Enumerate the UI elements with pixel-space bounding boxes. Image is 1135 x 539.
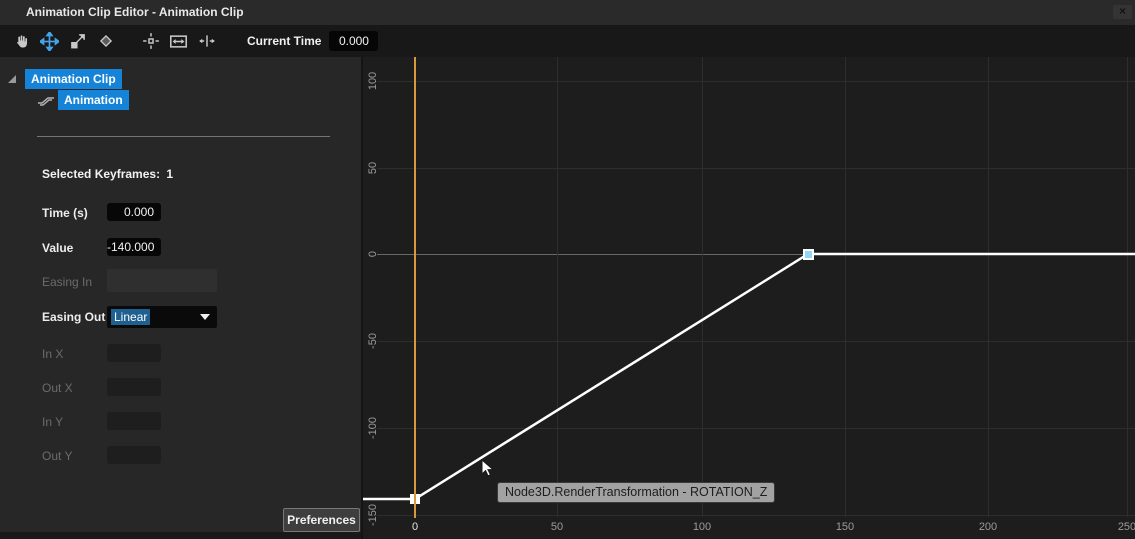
hand-icon xyxy=(13,33,30,50)
move-icon xyxy=(40,32,59,51)
close-icon: × xyxy=(1119,4,1126,18)
value-input[interactable]: -140.000 xyxy=(107,238,161,256)
move-tool-button[interactable] xyxy=(40,32,59,51)
animation-clip-editor-window: Animation Clip Editor - Animation Clip ×… xyxy=(0,0,1135,539)
close-button[interactable]: × xyxy=(1113,5,1132,19)
playhead-time-cursor[interactable] xyxy=(414,57,416,518)
x-tick-50: 50 xyxy=(537,521,577,533)
in-y-input xyxy=(107,412,161,430)
easing-out-selected-value: Linear xyxy=(111,309,150,325)
spread-horizontal-button[interactable] xyxy=(197,32,216,51)
window-title: Animation Clip Editor - Animation Clip xyxy=(26,0,244,25)
scale-icon xyxy=(69,32,87,50)
in-y-label: In Y xyxy=(42,413,63,431)
panel-bottom-strip xyxy=(0,532,361,539)
keyframe-tool-button[interactable] xyxy=(96,32,115,51)
selected-keyframes-count: 1 xyxy=(166,167,173,181)
value-label: Value xyxy=(42,239,73,257)
property-tooltip: Node3D.RenderTransformation - ROTATION_Z xyxy=(497,482,775,503)
out-y-label: Out Y xyxy=(42,447,72,465)
y-tick-50: 50 xyxy=(363,142,383,194)
easing-in-input xyxy=(107,269,217,292)
fit-width-button[interactable] xyxy=(169,32,188,51)
y-tick--150: -150 xyxy=(363,489,383,539)
out-x-input xyxy=(107,378,161,396)
properties-panel: Animation Clip Animation Selected Keyfra… xyxy=(0,57,361,539)
easing-in-label: Easing In xyxy=(42,273,92,291)
preferences-button[interactable]: Preferences xyxy=(283,508,360,532)
pan-tool-button[interactable] xyxy=(12,32,31,51)
in-x-label: In X xyxy=(42,345,63,363)
y-tick-100: 100 xyxy=(363,57,383,107)
x-tick-250: 250 xyxy=(1107,521,1135,533)
x-tick-0: 0 xyxy=(395,521,435,533)
x-tick-100: 100 xyxy=(682,521,722,533)
crosshair-icon xyxy=(142,32,160,50)
curve-editor-canvas[interactable]: 100 50 0 -50 -100 -150 0 50 100 150 200 … xyxy=(363,57,1135,539)
focus-origin-button[interactable] xyxy=(141,32,160,51)
out-y-input xyxy=(107,446,161,464)
tree-item-animation[interactable]: Animation xyxy=(58,90,129,110)
out-x-label: Out X xyxy=(42,379,73,397)
title-bar: Animation Clip Editor - Animation Clip × xyxy=(0,0,1135,25)
tree-item-animation-clip[interactable]: Animation Clip xyxy=(25,69,122,89)
time-label: Time (s) xyxy=(42,204,88,222)
x-tick-150: 150 xyxy=(825,521,865,533)
y-tick--50: -50 xyxy=(363,315,383,367)
animation-curve-icon xyxy=(37,93,56,114)
keyframe-point[interactable] xyxy=(803,249,814,260)
easing-out-label: Easing Out xyxy=(42,308,105,326)
y-tick-0: 0 xyxy=(363,228,383,280)
fit-width-icon xyxy=(169,32,188,51)
toolbar: Current Time 0.000 xyxy=(0,25,1135,57)
separator xyxy=(37,136,330,137)
time-input[interactable]: 0.000 xyxy=(107,203,161,221)
current-time-input[interactable]: 0.000 xyxy=(329,31,378,51)
x-tick-200: 200 xyxy=(968,521,1008,533)
y-tick--100: -100 xyxy=(363,402,383,454)
current-time-label: Current Time xyxy=(247,34,321,48)
animation-curve xyxy=(363,57,1135,539)
chevron-down-icon xyxy=(200,314,210,320)
in-x-input xyxy=(107,344,161,362)
spread-horizontal-icon xyxy=(198,32,216,50)
easing-out-dropdown[interactable]: Linear xyxy=(107,306,217,328)
selected-keyframes-text: Selected Keyframes: 1 xyxy=(42,167,173,181)
diamond-icon xyxy=(97,32,115,50)
tree-expander-icon[interactable] xyxy=(8,75,16,83)
scale-tool-button[interactable] xyxy=(68,32,87,51)
mouse-cursor xyxy=(481,459,496,483)
